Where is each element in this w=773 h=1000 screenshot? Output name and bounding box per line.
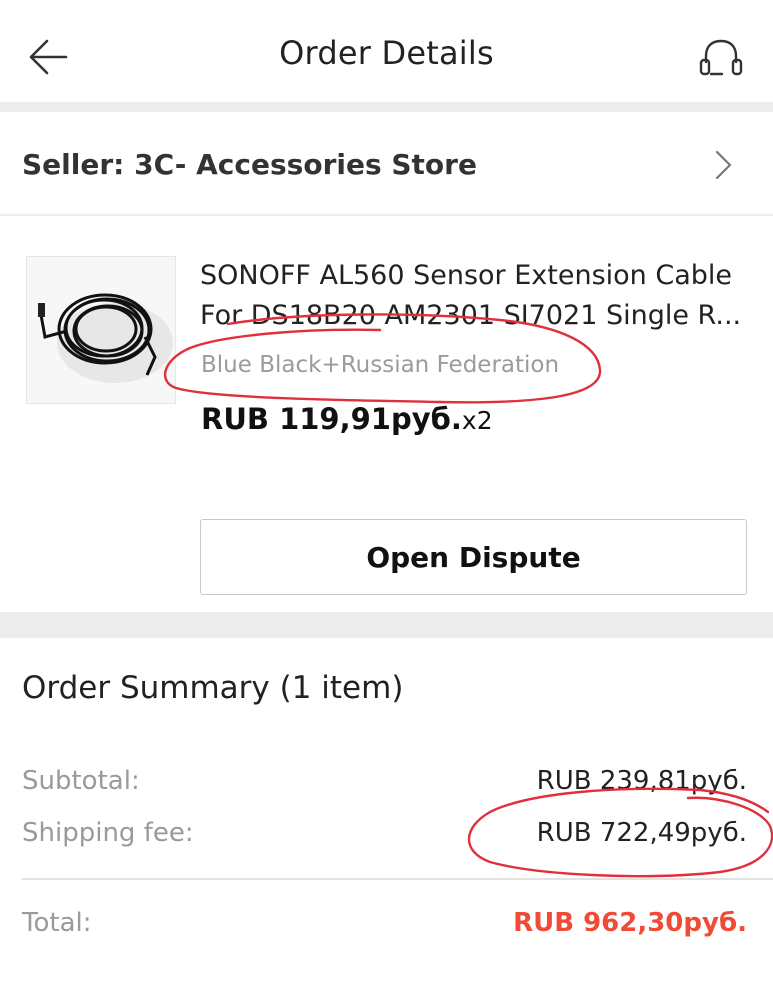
seller-name: Seller: 3C- Accessories Store [22, 148, 477, 181]
summary-divider [22, 878, 773, 880]
product-thumbnail[interactable] [26, 256, 176, 404]
top-bar: Order Details [0, 0, 773, 106]
section-separator [0, 102, 773, 112]
product-quantity: x2 [461, 406, 493, 435]
page-title: Order Details [279, 34, 494, 72]
product-title-line-2: For DS18B20 AM2301 SI7021 Single R... [200, 300, 742, 331]
chevron-right-icon [715, 150, 732, 180]
product-card: SONOFF AL560 Sensor Extension Cable For … [0, 216, 773, 612]
summary-title: Order Summary (1 item) [22, 670, 404, 706]
product-price-row: RUB 119,91руб.x2 [201, 402, 493, 436]
total-value: RUB 962,30руб. [513, 908, 747, 938]
section-separator [0, 612, 773, 638]
seller-row[interactable]: Seller: 3C- Accessories Store [0, 112, 773, 214]
product-title-line-1: SONOFF AL560 Sensor Extension Cable [200, 260, 733, 291]
customer-support-button[interactable] [692, 30, 750, 88]
open-dispute-button[interactable]: Open Dispute [200, 519, 747, 595]
product-variant: Blue Black+Russian Federation [201, 352, 560, 378]
shipping-value: RUB 722,49руб. [536, 818, 747, 848]
product-title[interactable]: SONOFF AL560 Sensor Extension Cable For … [200, 256, 748, 336]
total-label: Total: [22, 908, 92, 938]
shipping-label: Shipping fee: [22, 818, 194, 848]
subtotal-label: Subtotal: [22, 766, 140, 796]
subtotal-value: RUB 239,81руб. [536, 766, 747, 796]
order-summary: Order Summary (1 item) Subtotal: RUB 239… [0, 638, 773, 1000]
headset-icon [699, 39, 743, 76]
cable-image-icon [27, 257, 175, 403]
product-price: RUB 119,91руб. [201, 402, 462, 436]
